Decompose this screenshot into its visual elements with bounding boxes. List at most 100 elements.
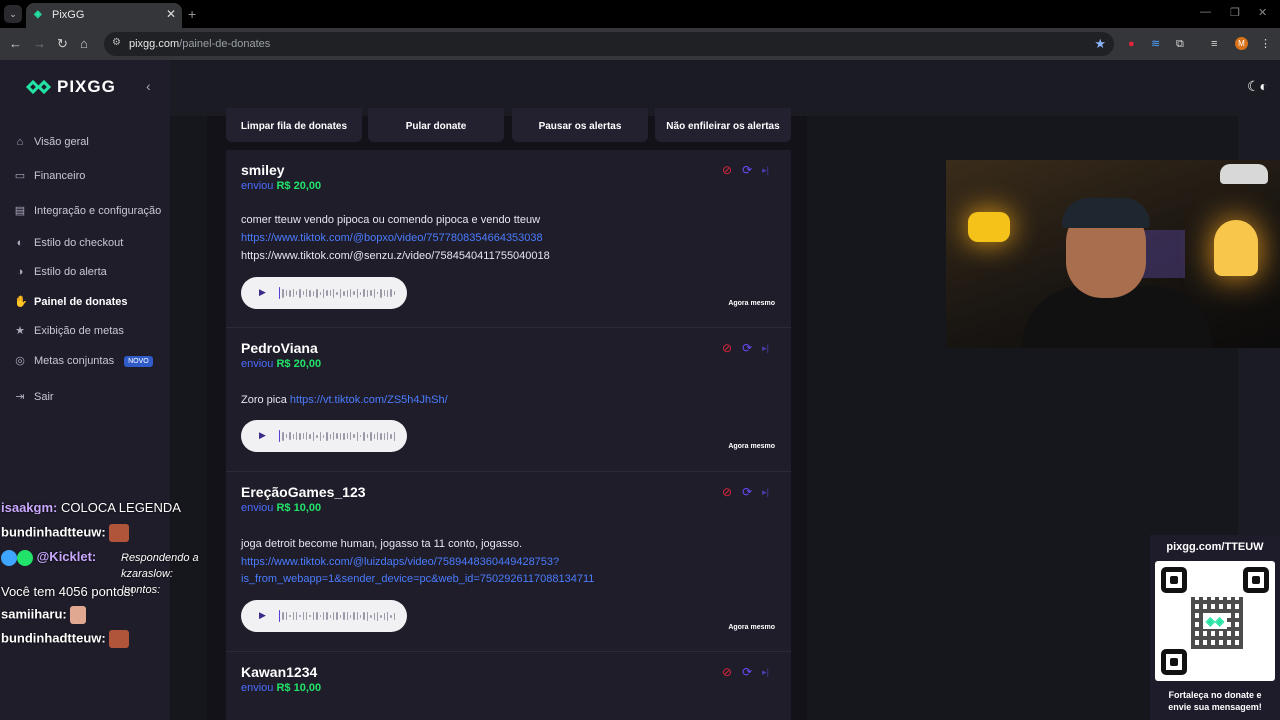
audio-waveform[interactable] <box>279 287 396 299</box>
waveform-bar <box>333 288 335 298</box>
sidebar-item-visao-geral[interactable]: ⌂ Visão geral <box>14 132 89 152</box>
donor-name: EreçãoGames_123 <box>241 484 366 500</box>
donation-amount-line: enviou R$ 10,00 <box>241 502 321 514</box>
theme-toggle-icon[interactable]: ☾◐ <box>1247 78 1268 95</box>
star-icon: ★ <box>15 325 25 337</box>
donate-message-line: Zoro pica https://vt.tiktok.com/ZS5h4JhS… <box>241 394 448 406</box>
skip-donate-button[interactable]: Pular donate <box>368 108 504 142</box>
waveform-bar <box>353 434 355 438</box>
waveform-bar <box>360 291 362 295</box>
sidebar-item-painel-donates[interactable]: ✋ Painel de donates <box>14 292 128 312</box>
skip-icon[interactable]: ▸| <box>762 164 769 176</box>
block-icon[interactable]: ⊘ <box>722 342 732 354</box>
waveform-bar <box>306 432 308 440</box>
waveform-bar <box>360 614 362 618</box>
back-icon[interactable]: ← <box>9 36 22 52</box>
restore-icon[interactable]: ❐ <box>1230 6 1240 19</box>
replay-icon[interactable]: ⟳ <box>742 342 752 354</box>
waveform-bar <box>292 289 294 297</box>
browser-menu-icon[interactable]: ⋮ <box>1260 37 1271 51</box>
skip-icon[interactable]: ▸| <box>762 666 769 678</box>
replay-icon[interactable]: ⟳ <box>742 164 752 176</box>
media-control-icon[interactable]: ≡ <box>1211 37 1217 51</box>
home-icon[interactable]: ⌂ <box>80 36 88 52</box>
waveform-bar <box>322 288 325 298</box>
audio-player[interactable]: ▶ <box>241 277 407 309</box>
minimize-icon[interactable]: — <box>1200 6 1211 18</box>
donation-amount: R$ 20,00 <box>276 358 322 370</box>
waveform-bar <box>316 434 318 438</box>
audio-waveform[interactable] <box>279 430 396 442</box>
audio-player[interactable]: ▶ <box>241 600 407 632</box>
browser-tab-bar: ⌄ ◈ PixGG ✕ + — ❐ ✕ <box>0 0 1280 28</box>
donate-message: joga detroit become human, jogasso ta 11… <box>241 538 523 550</box>
sidebar-item-sair[interactable]: ⇥ Sair <box>14 387 53 407</box>
profile-avatar[interactable]: M <box>1235 37 1248 50</box>
sidebar-item-label: Painel de donates <box>34 296 128 308</box>
url-domain: pixgg.com <box>129 38 180 50</box>
close-window-icon[interactable]: ✕ <box>1258 6 1267 19</box>
waveform-bar <box>346 289 348 297</box>
site-info-icon[interactable]: ⚙ <box>112 37 121 48</box>
audio-waveform[interactable] <box>279 610 396 622</box>
browser-tab[interactable]: ◈ PixGG ✕ <box>26 3 182 28</box>
sent-label: enviou <box>241 682 274 694</box>
sidebar-item-financeiro[interactable]: ▭ Financeiro <box>14 166 86 186</box>
extension-wave-icon[interactable]: ≋ <box>1151 37 1160 51</box>
play-icon[interactable]: ▶ <box>259 287 266 298</box>
block-icon[interactable]: ⊘ <box>722 164 732 176</box>
donate-link[interactable]: https://vt.tiktok.com/ZS5h4JhSh/ <box>290 394 448 406</box>
waveform-bar <box>380 614 382 618</box>
pause-alerts-button[interactable]: Pausar os alertas <box>512 108 648 142</box>
clear-queue-button[interactable]: Limpar fila de donates <box>226 108 362 142</box>
replay-icon[interactable]: ⟳ <box>742 666 752 678</box>
new-tab-icon[interactable]: + <box>188 6 196 22</box>
tab-search-chevron-icon[interactable]: ⌄ <box>4 5 22 23</box>
waveform-bar <box>306 612 308 620</box>
skip-icon[interactable]: ▸| <box>762 486 769 498</box>
no-queue-alerts-button[interactable]: Não enfileirar os alertas <box>655 108 791 142</box>
brand-name: PIXGG <box>57 77 116 96</box>
sidebar-item-metas-conjuntas[interactable]: ◎ Metas conjuntas NOVO <box>14 351 153 371</box>
bookmark-star-icon[interactable]: ★ <box>1094 36 1106 52</box>
play-icon[interactable]: ▶ <box>259 610 266 621</box>
waveform-bar <box>319 615 321 617</box>
reload-icon[interactable]: ↻ <box>57 36 68 52</box>
waveform-bar <box>282 288 284 298</box>
donate-link[interactable]: https://www.tiktok.com/@luizdaps/video/7… <box>241 556 559 568</box>
block-icon[interactable]: ⊘ <box>722 666 732 678</box>
waveform-bar <box>289 432 291 440</box>
timestamp: Agora mesmo <box>728 300 775 307</box>
sidebar-item-exibicao-metas[interactable]: ★ Exibição de metas <box>14 321 124 341</box>
address-bar[interactable]: ⚙ pixgg.com/painel-de-donates ★ <box>104 32 1114 56</box>
sidebar-item-integracao[interactable]: ▤ Integração e configuração <box>14 201 161 221</box>
waveform-bar <box>373 433 375 439</box>
donate-link[interactable]: https://www.tiktok.com/@bopxo/video/7577… <box>241 232 543 244</box>
donation-amount-line: enviou R$ 20,00 <box>241 358 321 370</box>
waveform-bar <box>370 614 372 618</box>
extension-record-icon[interactable]: ● <box>1128 37 1135 51</box>
extensions-puzzle-icon[interactable]: ⧉ <box>1176 37 1184 51</box>
qr-finder <box>1161 567 1187 593</box>
waveform-bar <box>295 612 298 620</box>
block-icon[interactable]: ⊘ <box>722 486 732 498</box>
waveform-bar <box>336 612 338 620</box>
pixgg-logo[interactable]: PIXGG <box>25 77 116 97</box>
tab-title: PixGG <box>52 9 85 21</box>
donate-link-continued[interactable]: is_from_webapp=1&sender_device=pc&web_id… <box>241 573 594 585</box>
waveform-bar <box>326 290 328 296</box>
waveform-bar <box>387 611 389 621</box>
pixgg-logo-icon: ◈◈ <box>1203 613 1227 629</box>
timestamp: Agora mesmo <box>728 443 775 450</box>
audio-player[interactable]: ▶ <box>241 420 407 452</box>
play-icon[interactable]: ▶ <box>259 430 266 441</box>
sidebar-item-estilo-checkout[interactable]: ◐ Estilo do checkout <box>14 233 124 253</box>
close-tab-icon[interactable]: ✕ <box>166 7 176 21</box>
forward-icon[interactable]: → <box>33 36 46 52</box>
skip-icon[interactable]: ▸| <box>762 342 769 354</box>
collapse-sidebar-icon[interactable]: ‹ <box>146 78 151 94</box>
waveform-bar <box>356 288 358 298</box>
waveform-bar <box>326 431 328 441</box>
sidebar-item-estilo-alerta[interactable]: ◑ Estilo do alerta <box>14 262 107 282</box>
replay-icon[interactable]: ⟳ <box>742 486 752 498</box>
